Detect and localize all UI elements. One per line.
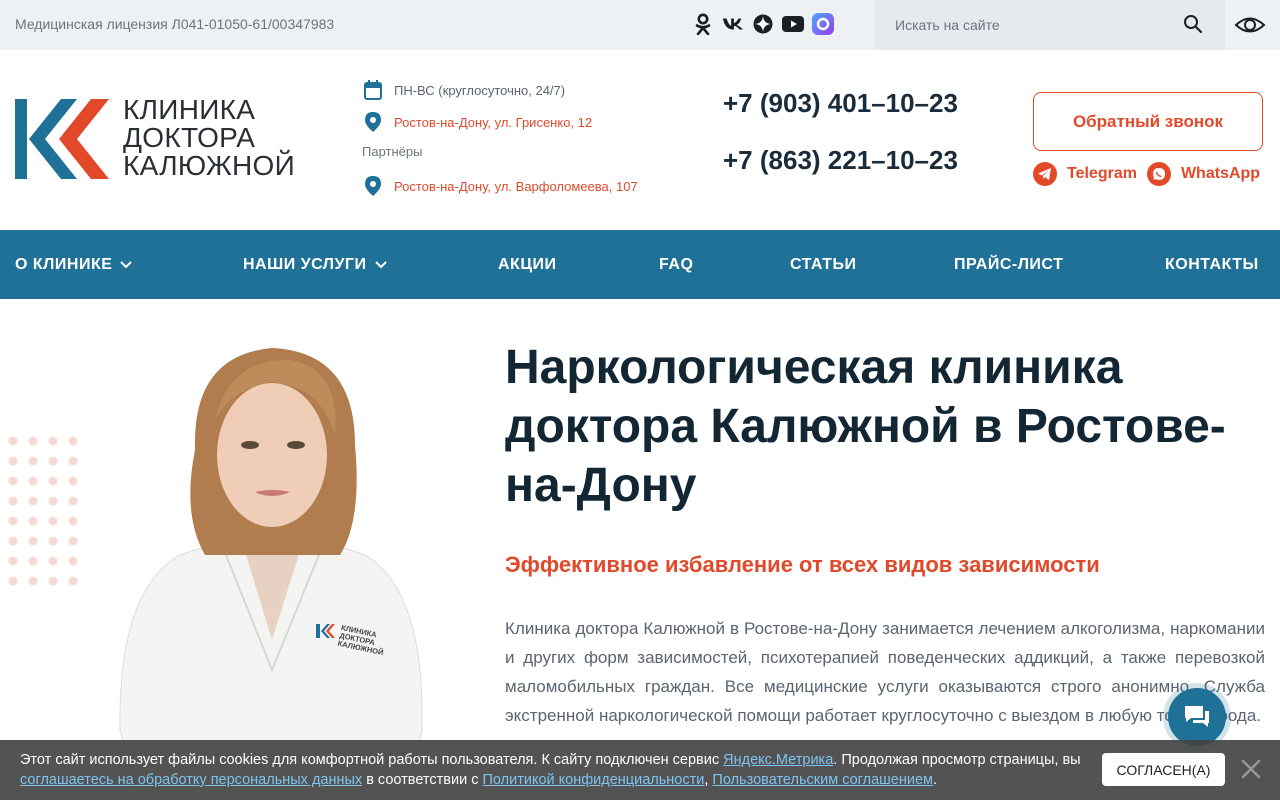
search-input[interactable] bbox=[875, 0, 1175, 50]
social-links bbox=[692, 13, 834, 35]
whatsapp-label: WhatsApp bbox=[1180, 165, 1261, 182]
cookie-text: Этот сайт использует файлы cookies для к… bbox=[20, 750, 1095, 790]
cookie-text-part: в соответствии с bbox=[362, 772, 483, 788]
location-pin-icon bbox=[362, 176, 384, 196]
nav-item-articles[interactable]: СТАТЬИ bbox=[790, 230, 856, 299]
messenger-links: Telegram WhatsApp bbox=[1033, 162, 1260, 186]
chevron-down-icon bbox=[120, 260, 133, 268]
page-title: Наркологическая клиника доктора Калюжной… bbox=[505, 341, 1226, 512]
decorative-dots bbox=[8, 436, 78, 586]
nav-item-about[interactable]: О КЛИНИКЕ bbox=[15, 230, 133, 299]
close-icon[interactable] bbox=[1240, 758, 1262, 780]
main-nav: О КЛИНИКЕ НАШИ УСЛУГИ АКЦИИ FAQ СТАТЬИ П… bbox=[0, 230, 1280, 299]
telegram-label: Telegram bbox=[1067, 165, 1137, 182]
license-text: Медицинская лицензия Л041-01050-61/00347… bbox=[15, 16, 335, 32]
working-hours: ПН-ВС (круглосуточно, 24/7) bbox=[362, 80, 638, 100]
dzen-icon[interactable] bbox=[752, 13, 774, 35]
logo-line-1: КЛИНИКА bbox=[123, 94, 256, 125]
nav-item-promotions[interactable]: АКЦИИ bbox=[498, 230, 557, 299]
nav-label: НАШИ УСЛУГИ bbox=[243, 255, 367, 273]
nav-item-faq[interactable]: FAQ bbox=[659, 230, 693, 299]
nav-item-price-list[interactable]: ПРАЙС-ЛИСТ bbox=[954, 230, 1063, 299]
chat-icon bbox=[1185, 706, 1209, 727]
personal-data-consent-link[interactable]: соглашаетесь на обработку персональных д… bbox=[20, 772, 362, 788]
whatsapp-icon bbox=[1146, 162, 1171, 186]
clinic-description: Клиника доктора Калюжной в Ростове-на-До… bbox=[505, 619, 1265, 725]
partner-address[interactable]: Ростов-на-Дону, ул. Варфоломеева, 107 bbox=[362, 176, 638, 196]
youtube-icon[interactable] bbox=[782, 13, 804, 35]
search-box bbox=[875, 0, 1225, 50]
vk-icon[interactable] bbox=[722, 13, 744, 35]
user-agreement-link[interactable]: Пользовательским соглашением bbox=[712, 772, 933, 788]
whatsapp-link[interactable]: WhatsApp bbox=[1146, 162, 1261, 186]
nav-item-services[interactable]: НАШИ УСЛУГИ bbox=[243, 230, 387, 299]
logo-line-3: КАЛЮЖНОЙ bbox=[123, 150, 296, 181]
chat-button[interactable] bbox=[1168, 688, 1226, 746]
yandex-metrika-link[interactable]: Яндекс.Метрика bbox=[723, 752, 833, 768]
main-address[interactable]: Ростов-на-Дону, ул. Грисенко, 12 bbox=[362, 112, 638, 132]
top-bar: Медицинская лицензия Л041-01050-61/00347… bbox=[0, 0, 1280, 50]
cookie-banner: Этот сайт использует файлы cookies для к… bbox=[0, 740, 1280, 800]
page-subtitle: Эффективное избавление от всех видов зав… bbox=[505, 552, 1100, 577]
partner-address-link[interactable]: Ростов-на-Дону, ул. Варфоломеева, 107 bbox=[394, 179, 638, 194]
nav-label: О КЛИНИКЕ bbox=[15, 255, 113, 273]
hours-text: ПН-ВС (круглосуточно, 24/7) bbox=[394, 82, 566, 98]
partners-label: Партнёры bbox=[362, 144, 423, 159]
contact-info: ПН-ВС (круглосуточно, 24/7) Ростов-на-До… bbox=[362, 80, 638, 208]
eye-icon[interactable] bbox=[1234, 12, 1266, 38]
phone-link-2[interactable]: +7 (863) 221–10–23 bbox=[723, 145, 958, 202]
search-icon[interactable] bbox=[1183, 14, 1205, 36]
cookie-text-part: . Продолжая просмотр страницы, вы bbox=[833, 752, 1081, 768]
clinic-logo[interactable]: КЛИНИКА ДОКТОРА КАЛЮЖНОЙ bbox=[15, 96, 305, 182]
cookie-text-part: Этот сайт использует файлы cookies для к… bbox=[20, 752, 724, 768]
nav-item-contacts[interactable]: КОНТАКТЫ bbox=[1165, 230, 1259, 299]
logo-line-2: ДОКТОРА bbox=[123, 122, 256, 153]
cookie-text-part: . bbox=[933, 772, 938, 788]
main-address-link[interactable]: Ростов-на-Дону, ул. Грисенко, 12 bbox=[394, 115, 592, 130]
chevron-down-icon bbox=[374, 260, 387, 268]
calendar-icon bbox=[362, 80, 384, 100]
telegram-icon bbox=[1033, 162, 1057, 186]
logo-mark-icon bbox=[15, 99, 111, 179]
phone-link-1[interactable]: +7 (903) 401–10–23 bbox=[723, 88, 958, 145]
callback-button[interactable]: Обратный звонок bbox=[1033, 92, 1263, 151]
cookie-agree-button[interactable]: СОГЛАСЕН(А) bbox=[1102, 753, 1225, 786]
location-pin-icon bbox=[362, 112, 384, 132]
odnoklassniki-icon[interactable] bbox=[692, 13, 714, 35]
max-icon[interactable] bbox=[812, 13, 834, 35]
telegram-link[interactable]: Telegram bbox=[1033, 162, 1137, 186]
privacy-policy-link[interactable]: Политикой конфиденциальности bbox=[483, 772, 705, 788]
phone-numbers: +7 (903) 401–10–23 +7 (863) 221–10–23 bbox=[723, 88, 958, 202]
logo-text: КЛИНИКА ДОКТОРА КАЛЮЖНОЙ bbox=[123, 96, 295, 180]
doctor-photo bbox=[119, 348, 423, 800]
